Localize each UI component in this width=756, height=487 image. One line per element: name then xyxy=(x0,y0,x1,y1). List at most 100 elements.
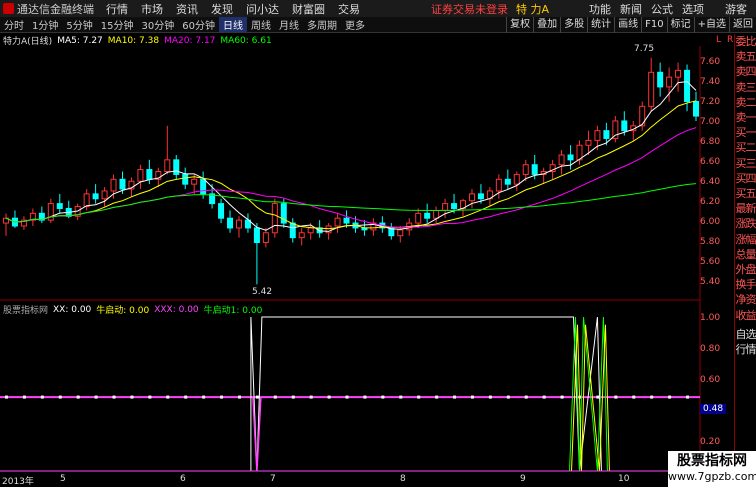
tongji-button[interactable]: 统计 xyxy=(587,17,614,33)
login-alert[interactable]: 证券交易未登录 xyxy=(431,1,508,17)
high-annotation: 7.75 xyxy=(634,44,654,54)
menu-jiaoyi[interactable]: 交易 xyxy=(338,1,360,17)
candle-body xyxy=(639,105,646,127)
sidebar-item[interactable]: 买一 xyxy=(735,125,756,140)
tab-30min[interactable]: 30分钟 xyxy=(137,17,178,32)
tab-more[interactable]: 更多 xyxy=(341,17,369,32)
indicator-name[interactable]: 股票指标网 xyxy=(3,303,48,316)
level-dot xyxy=(417,395,421,399)
level-dot xyxy=(148,395,152,399)
sidebar-item[interactable]: 买二 xyxy=(735,140,756,155)
candle-body xyxy=(648,71,655,107)
sidebar-item[interactable]: 卖二 xyxy=(735,95,756,110)
sidebar-item[interactable]: 换手 xyxy=(735,277,756,292)
tab-5min[interactable]: 5分钟 xyxy=(62,17,96,32)
quote-sidebar: 委比 卖五 卖四 卖三 卖二 卖一 买一 买二 买三 买四 买五 最新 涨跌 涨… xyxy=(734,34,756,464)
sidebar-item[interactable]: 委比 xyxy=(735,34,756,49)
candle-body xyxy=(298,232,305,239)
candle-body xyxy=(612,120,619,139)
candle-body xyxy=(119,178,126,190)
level-dot xyxy=(202,395,206,399)
menu-zixun[interactable]: 资讯 xyxy=(176,1,198,17)
title-bar: 通达信金融终端 行情 市场 资讯 发现 问小达 财富圈 交易 证券交易未登录 特… xyxy=(0,0,756,17)
menu-hangqing[interactable]: 行情 xyxy=(106,1,128,17)
level-dot xyxy=(22,395,26,399)
candle-body xyxy=(56,203,63,209)
biaoji-button[interactable]: 标记 xyxy=(666,17,694,33)
sidebar-item[interactable]: 买五 xyxy=(735,186,756,201)
xx-value: XX: 0.00 xyxy=(53,304,92,315)
candle-body xyxy=(218,203,225,219)
ind-tick: 1.00 xyxy=(700,313,721,323)
candle-body xyxy=(397,229,404,237)
tab-fenshi[interactable]: 分时 xyxy=(0,17,28,32)
huaxian-button[interactable]: 画线 xyxy=(614,17,641,33)
fuquan-button[interactable]: 复权 xyxy=(506,17,533,33)
stock-name: 特 力A xyxy=(516,2,550,16)
level-dot xyxy=(542,395,546,399)
x-label: 10 xyxy=(618,474,630,484)
sidebar-item[interactable]: 卖三 xyxy=(735,80,756,95)
tab-monthly[interactable]: 月线 xyxy=(275,17,303,32)
level-dot xyxy=(166,395,170,399)
tab-1min[interactable]: 1分钟 xyxy=(28,17,62,32)
guest-user[interactable]: 游客 xyxy=(725,1,747,17)
tab-60min[interactable]: 60分钟 xyxy=(178,17,219,32)
level-dot xyxy=(94,395,98,399)
sidebar-item[interactable]: 净资 xyxy=(735,292,756,307)
menu-xuanxiang[interactable]: 选项 xyxy=(682,1,704,17)
level-dot xyxy=(560,395,564,399)
candle-body xyxy=(271,203,278,234)
candle-body xyxy=(675,69,682,78)
candle-body xyxy=(101,190,108,200)
level-dot xyxy=(291,395,295,399)
menu-wenxiaoda[interactable]: 问小达 xyxy=(246,1,279,17)
candle-body xyxy=(92,193,99,200)
level-dot xyxy=(650,395,654,399)
add-watchlist-button[interactable]: +自选 xyxy=(693,17,729,33)
sidebar-hangqing[interactable]: 行情 xyxy=(735,342,756,357)
tab-weekly[interactable]: 周线 xyxy=(247,17,275,32)
sidebar-item[interactable]: 最新 xyxy=(735,201,756,216)
diejia-button[interactable]: 叠加 xyxy=(533,17,560,33)
level-dot xyxy=(309,395,313,399)
sidebar-item[interactable]: 涨跌 xyxy=(735,216,756,231)
f10-button[interactable]: F10 xyxy=(641,17,666,33)
sidebar-item[interactable]: 卖五 xyxy=(735,49,756,64)
sidebar-item[interactable]: 买四 xyxy=(735,171,756,186)
candle-body xyxy=(433,209,440,219)
sidebar-item[interactable]: 卖四 xyxy=(735,64,756,79)
ind-readout: 0.48 xyxy=(700,404,727,414)
sidebar-item[interactable]: 收益 xyxy=(735,308,756,323)
candle-body xyxy=(262,232,269,244)
duogu-button[interactable]: 多股 xyxy=(560,17,587,33)
tab-daily[interactable]: 日线 xyxy=(218,17,247,32)
sidebar-item[interactable]: 买三 xyxy=(735,156,756,171)
tab-multi[interactable]: 多周期 xyxy=(303,17,341,32)
menu-gongshi[interactable]: 公式 xyxy=(651,1,673,17)
back-button[interactable]: 返回 xyxy=(729,17,756,33)
sidebar-zixuan[interactable]: 自选 xyxy=(735,327,756,342)
sidebar-item[interactable]: 涨幅 xyxy=(735,232,756,247)
sidebar-item[interactable]: 卖一 xyxy=(735,110,756,125)
kline-chart[interactable]: 7.75 5.42 xyxy=(0,34,734,476)
x-label: 9 xyxy=(520,474,526,484)
menu-faxian[interactable]: 发现 xyxy=(211,1,233,17)
candle-body xyxy=(424,212,431,219)
candle-body xyxy=(495,178,502,192)
watermark-title: 股票指标网 xyxy=(677,453,747,469)
level-dot xyxy=(470,395,474,399)
level-dot xyxy=(506,395,510,399)
xxx-value: XXX: 0.00 xyxy=(154,304,199,315)
menu-shichang[interactable]: 市场 xyxy=(141,1,163,17)
ind-tick: 0.80 xyxy=(700,344,721,354)
x-label: 8 xyxy=(400,474,406,484)
app-title: 通达信金融终端 xyxy=(17,2,94,16)
menu-xinwen[interactable]: 新闻 xyxy=(620,1,642,17)
menu-caifuquan[interactable]: 财富圈 xyxy=(292,1,325,17)
level-dot xyxy=(435,395,439,399)
sidebar-item[interactable]: 总量 xyxy=(735,247,756,262)
sidebar-item[interactable]: 外盘 xyxy=(735,262,756,277)
tab-15min[interactable]: 15分钟 xyxy=(97,17,138,32)
menu-gongneng[interactable]: 功能 xyxy=(589,1,611,17)
